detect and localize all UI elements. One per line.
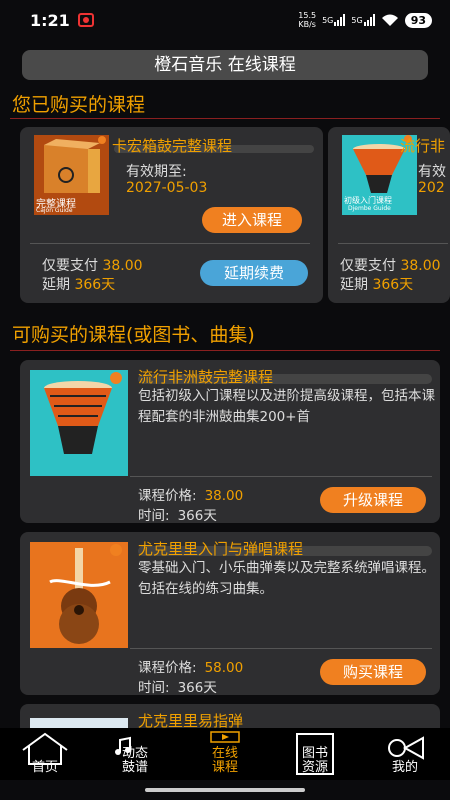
signal-icon: 5G [322, 14, 346, 26]
cover-subtitle: Djembe Guide [348, 205, 391, 212]
tab-online-courses[interactable]: 在线 课程 [180, 728, 270, 780]
extend-row: 延期 366天 [340, 277, 414, 293]
extend-renew-button[interactable]: 延期续费 [200, 260, 308, 286]
course-title: 流行非 [400, 137, 446, 155]
extend-row: 延期 366天 [42, 277, 116, 293]
valid-label: 有效期至: [126, 164, 187, 180]
clock: 1:21 [30, 10, 70, 30]
section-divider [10, 350, 440, 351]
tab-dynamic-scores[interactable]: 动态 鼓谱 [90, 728, 180, 780]
ukulele-thumbnail [30, 542, 128, 648]
course-card[interactable]: 尤克里里入门与弹唱课程 零基础入门、小乐曲弹奏以及完整系统弹唱课程。包括在线的练… [20, 532, 440, 695]
tab-label: 图书 资源 [301, 746, 328, 775]
time-row: 时间: 366天 [138, 680, 217, 695]
buy-course-button[interactable]: 购买课程 [320, 659, 426, 685]
wifi-icon [381, 14, 398, 26]
tab-me[interactable]: 我的 [360, 728, 450, 780]
card-divider [338, 243, 448, 244]
tab-home[interactable]: 首页 [0, 728, 90, 780]
course-title: 尤克里里入门与弹唱课程 [138, 540, 304, 558]
battery-indicator: 93 [404, 12, 432, 28]
djembe-thumbnail [30, 370, 128, 476]
tab-books[interactable]: 图书 资源 [270, 728, 360, 780]
course-description: 零基础入门、小乐曲弹奏以及完整系统弹唱课程。包括在线的练习曲集。 [138, 560, 435, 597]
course-title: 流行非洲鼓完整课程 [138, 368, 274, 386]
tab-label: 首页 [31, 760, 58, 775]
course-card[interactable]: 流行非洲鼓完整课程 包括初级入门课程以及进阶提高级课程，包括本课程配套的非洲鼓曲… [20, 360, 440, 523]
bottom-tab-bar: 首页 动态 鼓谱 在线 课程 图书 资源 我的 [0, 728, 450, 780]
profile-icon [388, 736, 424, 760]
status-icons: 15.5 KB/s 5G 5G 93 [298, 11, 432, 29]
play-icon [210, 731, 240, 743]
tab-label: 在线 课程 [211, 746, 238, 775]
valid-date: 2027-05-03 [126, 180, 208, 196]
card-divider [30, 243, 310, 244]
price-row: 课程价格: 58.00 [138, 660, 244, 676]
cover-subtitle: Cajon Guide [36, 207, 73, 214]
valid-date: 202 [418, 180, 445, 196]
signal-icon-2: 5G [351, 14, 375, 26]
card-divider [130, 648, 432, 649]
valid-label: 有效 [418, 164, 446, 180]
course-title: 卡宏箱鼓完整课程 [112, 137, 233, 155]
purchased-carousel[interactable]: 完整课程 Cajon Guide 卡宏箱鼓完整课程 有效期至: 2027-05-… [10, 127, 450, 303]
page-title: 橙石音乐 在线课程 [22, 50, 428, 80]
tab-label: 动态 鼓谱 [121, 746, 148, 775]
purchased-section-title: 您已购买的课程 [12, 94, 146, 116]
section-divider [10, 118, 440, 119]
net-speed: 15.5 KB/s [298, 11, 317, 29]
card-divider [130, 476, 432, 477]
paid-row: 仅要支付 38.00 [42, 258, 143, 274]
tab-label: 我的 [391, 760, 418, 775]
purchased-card[interactable]: 初级入门课程 Djembe Guide 流行非 有效 202 仅要支付 38.0… [328, 127, 450, 303]
price-row: 课程价格: 38.00 [138, 488, 244, 504]
time-row: 时间: 366天 [138, 508, 217, 523]
purchased-card[interactable]: 完整课程 Cajon Guide 卡宏箱鼓完整课程 有效期至: 2027-05-… [20, 127, 323, 303]
home-indicator[interactable] [145, 788, 305, 792]
status-bar: 1:21 15.5 KB/s 5G 5G 93 [0, 0, 450, 40]
paid-row: 仅要支付 38.00 [340, 258, 441, 274]
buyable-section-title: 可购买的课程(或图书、曲集) [12, 324, 255, 346]
enter-course-button[interactable]: 进入课程 [202, 207, 302, 233]
screen-record-icon [77, 13, 94, 27]
course-description: 包括初级入门课程以及进阶提高级课程，包括本课程配套的非洲鼓曲集200+首 [138, 388, 435, 425]
upgrade-course-button[interactable]: 升级课程 [320, 487, 426, 513]
